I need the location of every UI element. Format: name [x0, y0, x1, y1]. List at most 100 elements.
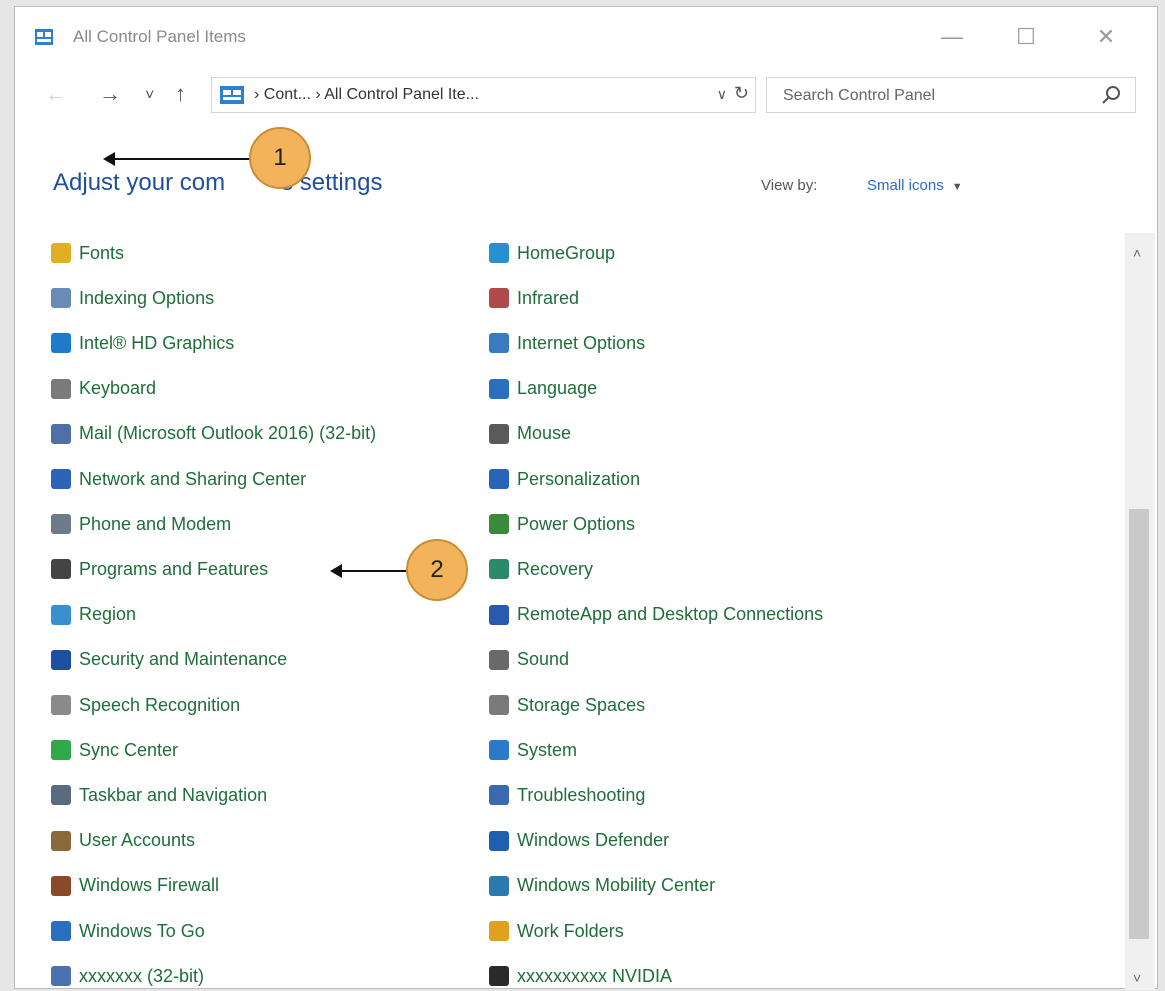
- list-item-label: Taskbar and Navigation: [79, 784, 268, 805]
- list-item[interactable]: Intel® HD Graphics: [51, 328, 234, 358]
- forward-arrow-icon[interactable]: →: [99, 83, 121, 105]
- maximize-icon: ☐: [1016, 24, 1036, 49]
- caret-down-icon: ▼: [951, 181, 963, 193]
- list-item[interactable]: Recovery: [489, 554, 593, 584]
- maximize-button[interactable]: ☐: [1001, 17, 1051, 57]
- list-item-label: Indexing Options: [79, 287, 215, 308]
- list-item[interactable]: xxxxxxx (32-bit): [51, 961, 204, 991]
- list-item-label: Sync Center: [79, 739, 179, 760]
- page-title: Adjust your com s settings: [53, 169, 382, 197]
- chevron-down-icon[interactable]: ∨: [717, 86, 727, 103]
- list-item[interactable]: RemoteApp and Desktop Connections: [489, 600, 823, 630]
- internet-options-icon: [489, 333, 509, 354]
- list-item[interactable]: Mouse: [489, 419, 571, 449]
- list-item[interactable]: Personalization: [489, 464, 640, 494]
- intel-graphics-icon: [51, 333, 71, 354]
- search-input[interactable]: [781, 86, 1085, 106]
- fonts-icon: [51, 243, 71, 263]
- list-item-label: Personalization: [517, 468, 641, 489]
- list-item[interactable]: Storage Spaces: [489, 690, 645, 720]
- list-item[interactable]: Security and Maintenance: [51, 645, 287, 675]
- callout-1-badge: 1: [249, 127, 311, 189]
- control-panel-window: All Control Panel Items — ☐ ✕ ← → ˅ ↑ › …: [14, 6, 1158, 991]
- list-item[interactable]: Keyboard: [51, 374, 156, 404]
- list-item[interactable]: Fonts: [51, 238, 124, 268]
- scroll-up-icon[interactable]: ˄: [1133, 245, 1141, 261]
- personalization-icon: [489, 469, 509, 489]
- list-item[interactable]: Language: [489, 374, 597, 404]
- minimize-button[interactable]: —: [927, 17, 977, 57]
- taskbar-icon: [51, 785, 71, 806]
- list-item[interactable]: xxxxxxxxxx NVIDIA: [489, 961, 672, 991]
- flag-icon: [51, 649, 71, 670]
- list-item[interactable]: User Accounts: [51, 826, 195, 856]
- list-item[interactable]: Internet Options: [489, 328, 645, 358]
- recent-locations-icon[interactable]: ˅: [145, 85, 154, 107]
- list-item-label: Region: [79, 604, 137, 625]
- scrollbar-thumb[interactable]: [1129, 509, 1149, 939]
- list-item[interactable]: Troubleshooting: [489, 780, 645, 810]
- list-item[interactable]: System: [489, 735, 577, 765]
- list-item-label: Windows Defender: [517, 830, 670, 851]
- list-item[interactable]: Infrared: [489, 283, 579, 313]
- network-icon: [51, 469, 71, 489]
- page-title-start: Adjust your com: [53, 169, 226, 196]
- language-icon: [489, 378, 509, 399]
- up-arrow-icon[interactable]: ↑: [175, 83, 186, 105]
- programs-icon: [51, 559, 71, 580]
- list-item-label: Mail (Microsoft Outlook 2016) (32-bit): [79, 423, 377, 444]
- list-item[interactable]: Taskbar and Navigation: [51, 780, 267, 810]
- list-item-label: HomeGroup: [517, 242, 616, 263]
- list-item[interactable]: Mail (Microsoft Outlook 2016) (32-bit): [51, 419, 376, 449]
- callout-1-arrow: [103, 152, 263, 166]
- mail-icon: [51, 423, 71, 444]
- list-item-label: Work Folders: [517, 920, 624, 941]
- list-item[interactable]: Network and Sharing Center: [51, 464, 306, 494]
- list-item[interactable]: Sync Center: [51, 735, 178, 765]
- list-item[interactable]: Phone and Modem: [51, 509, 231, 539]
- list-item[interactable]: Sound: [489, 645, 569, 675]
- address-bar[interactable]: › Cont... › All Control Panel Ite... ∨ ↻: [211, 77, 756, 113]
- firewall-icon: [51, 875, 71, 896]
- list-item[interactable]: Windows Defender: [489, 826, 669, 856]
- list-item-label: xxxxxxx (32-bit): [79, 965, 205, 986]
- scroll-down-icon[interactable]: ˅: [1133, 970, 1141, 986]
- refresh-icon[interactable]: ↻: [734, 83, 749, 104]
- list-item[interactable]: Work Folders: [489, 916, 624, 946]
- list-item-label: xxxxxxxxxx NVIDIA: [517, 965, 673, 986]
- view-by-dropdown[interactable]: Small icons ▼: [867, 177, 963, 194]
- list-item-label: Recovery: [517, 558, 594, 579]
- list-item[interactable]: Indexing Options: [51, 283, 214, 313]
- homegroup-icon: [489, 243, 509, 263]
- list-item-label: System: [517, 739, 578, 760]
- control-panel-breadcrumb-icon: [220, 86, 244, 104]
- list-item-label: Windows Firewall: [79, 875, 220, 896]
- list-item[interactable]: Windows To Go: [51, 916, 205, 946]
- list-item[interactable]: Windows Mobility Center: [489, 871, 715, 901]
- phone-icon: [51, 514, 71, 535]
- power-icon: [489, 514, 509, 535]
- list-item-label: Language: [517, 378, 598, 399]
- list-item-label: Internet Options: [517, 332, 646, 353]
- search-icon[interactable]: [1101, 84, 1123, 106]
- list-item[interactable]: Region: [51, 600, 136, 630]
- title-bar[interactable]: All Control Panel Items — ☐ ✕: [15, 7, 1157, 63]
- list-item-label: Network and Sharing Center: [79, 468, 307, 489]
- list-item-label: Windows To Go: [79, 920, 205, 941]
- list-item[interactable]: HomeGroup: [489, 238, 615, 268]
- list-item[interactable]: Speech Recognition: [51, 690, 240, 720]
- list-item-label: Troubleshooting: [517, 784, 646, 805]
- mobility-icon: [489, 875, 509, 896]
- list-item[interactable]: Power Options: [489, 509, 635, 539]
- vertical-scrollbar[interactable]: ˄ ˅: [1125, 233, 1155, 990]
- list-item[interactable]: Programs and Features: [51, 554, 268, 584]
- list-item-label: Programs and Features: [79, 558, 269, 579]
- breadcrumb[interactable]: › Cont... › All Control Panel Ite...: [254, 86, 479, 104]
- back-arrow-icon[interactable]: ←: [45, 83, 67, 105]
- list-item[interactable]: Windows Firewall: [51, 871, 219, 901]
- storage-icon: [489, 695, 509, 715]
- search-box[interactable]: [766, 77, 1136, 113]
- list-item-label: RemoteApp and Desktop Connections: [517, 604, 824, 625]
- close-button[interactable]: ✕: [1081, 17, 1131, 57]
- users-icon: [51, 830, 71, 851]
